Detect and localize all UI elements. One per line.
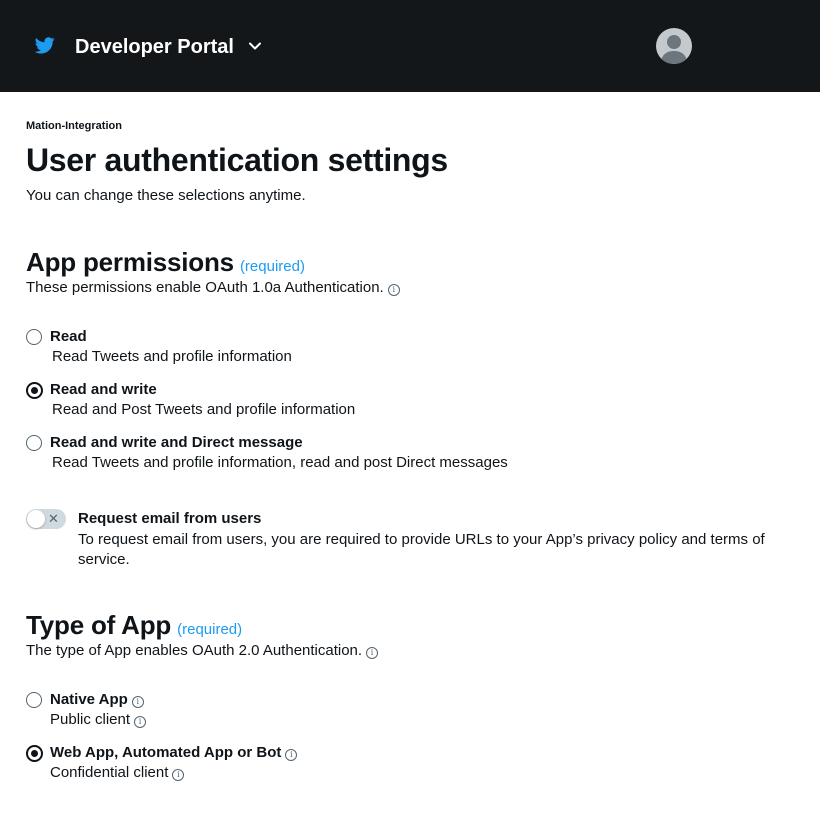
app-permissions-heading: App permissions (required): [26, 246, 305, 283]
type-of-app-heading: Type of App (required): [26, 609, 242, 646]
option-web-app-description-row: Confidential client i: [50, 764, 185, 781]
info-icon[interactable]: i: [172, 769, 185, 781]
info-icon[interactable]: i: [131, 696, 144, 708]
option-read-description: Read Tweets and profile information: [52, 348, 292, 365]
option-read-write-dm-description: Read Tweets and profile information, rea…: [52, 454, 508, 471]
option-read-label[interactable]: Read: [50, 328, 87, 345]
portal-title[interactable]: Developer Portal: [75, 35, 234, 59]
option-read-write-description: Read and Post Tweets and profile informa…: [52, 401, 356, 418]
close-icon: ✕: [48, 511, 59, 526]
required-indicator: (required): [177, 621, 243, 638]
type-of-app-description-row: The type of App enables OAuth 2.0 Authen…: [26, 642, 379, 659]
chevron-down-icon[interactable]: [248, 41, 262, 51]
toggle-knob: [27, 510, 45, 528]
request-email-description: To request email from users, you are req…: [78, 531, 765, 568]
app-permissions-title: App permissions: [26, 247, 234, 277]
radio-read-and-write[interactable]: [26, 382, 43, 399]
option-read-write-label[interactable]: Read and write: [50, 381, 157, 398]
info-icon[interactable]: i: [134, 716, 147, 728]
app-permissions-description: These permissions enable OAuth 1.0a Auth…: [26, 279, 384, 296]
option-native-app-description-row: Public client i: [50, 711, 147, 728]
page-subtitle: You can change these selections anytime.: [26, 187, 306, 204]
user-avatar-icon[interactable]: [656, 28, 692, 64]
option-web-app-description: Confidential client: [50, 764, 169, 781]
option-native-app-description: Public client: [50, 711, 131, 728]
type-of-app-title: Type of App: [26, 610, 172, 640]
info-icon[interactable]: i: [387, 284, 400, 296]
twitter-bird-icon[interactable]: [35, 37, 55, 54]
option-native-app-label[interactable]: Native App: [50, 691, 128, 708]
request-email-label[interactable]: Request email from users: [78, 510, 261, 527]
info-icon[interactable]: i: [366, 647, 379, 659]
radio-web-app[interactable]: [26, 745, 43, 762]
radio-native-app[interactable]: [26, 692, 42, 708]
project-name: Mation-Integration: [26, 120, 122, 132]
radio-read-write-dm[interactable]: [26, 435, 42, 451]
radio-read[interactable]: [26, 329, 42, 345]
request-email-toggle[interactable]: ✕: [26, 509, 66, 529]
option-web-app-row: Web App, Automated App or Bot i: [50, 744, 298, 761]
app-permissions-description-row: These permissions enable OAuth 1.0a Auth…: [26, 279, 400, 296]
page-title: User authentication settings: [26, 142, 448, 178]
top-nav-bar: Developer Portal: [0, 0, 820, 92]
option-web-app-label[interactable]: Web App, Automated App or Bot: [50, 744, 281, 761]
required-indicator: (required): [239, 258, 305, 275]
option-native-app-row: Native App i: [50, 691, 144, 708]
info-icon[interactable]: i: [285, 749, 298, 761]
option-read-write-dm-label[interactable]: Read and write and Direct message: [50, 434, 303, 451]
type-of-app-description: The type of App enables OAuth 2.0 Authen…: [26, 642, 363, 659]
